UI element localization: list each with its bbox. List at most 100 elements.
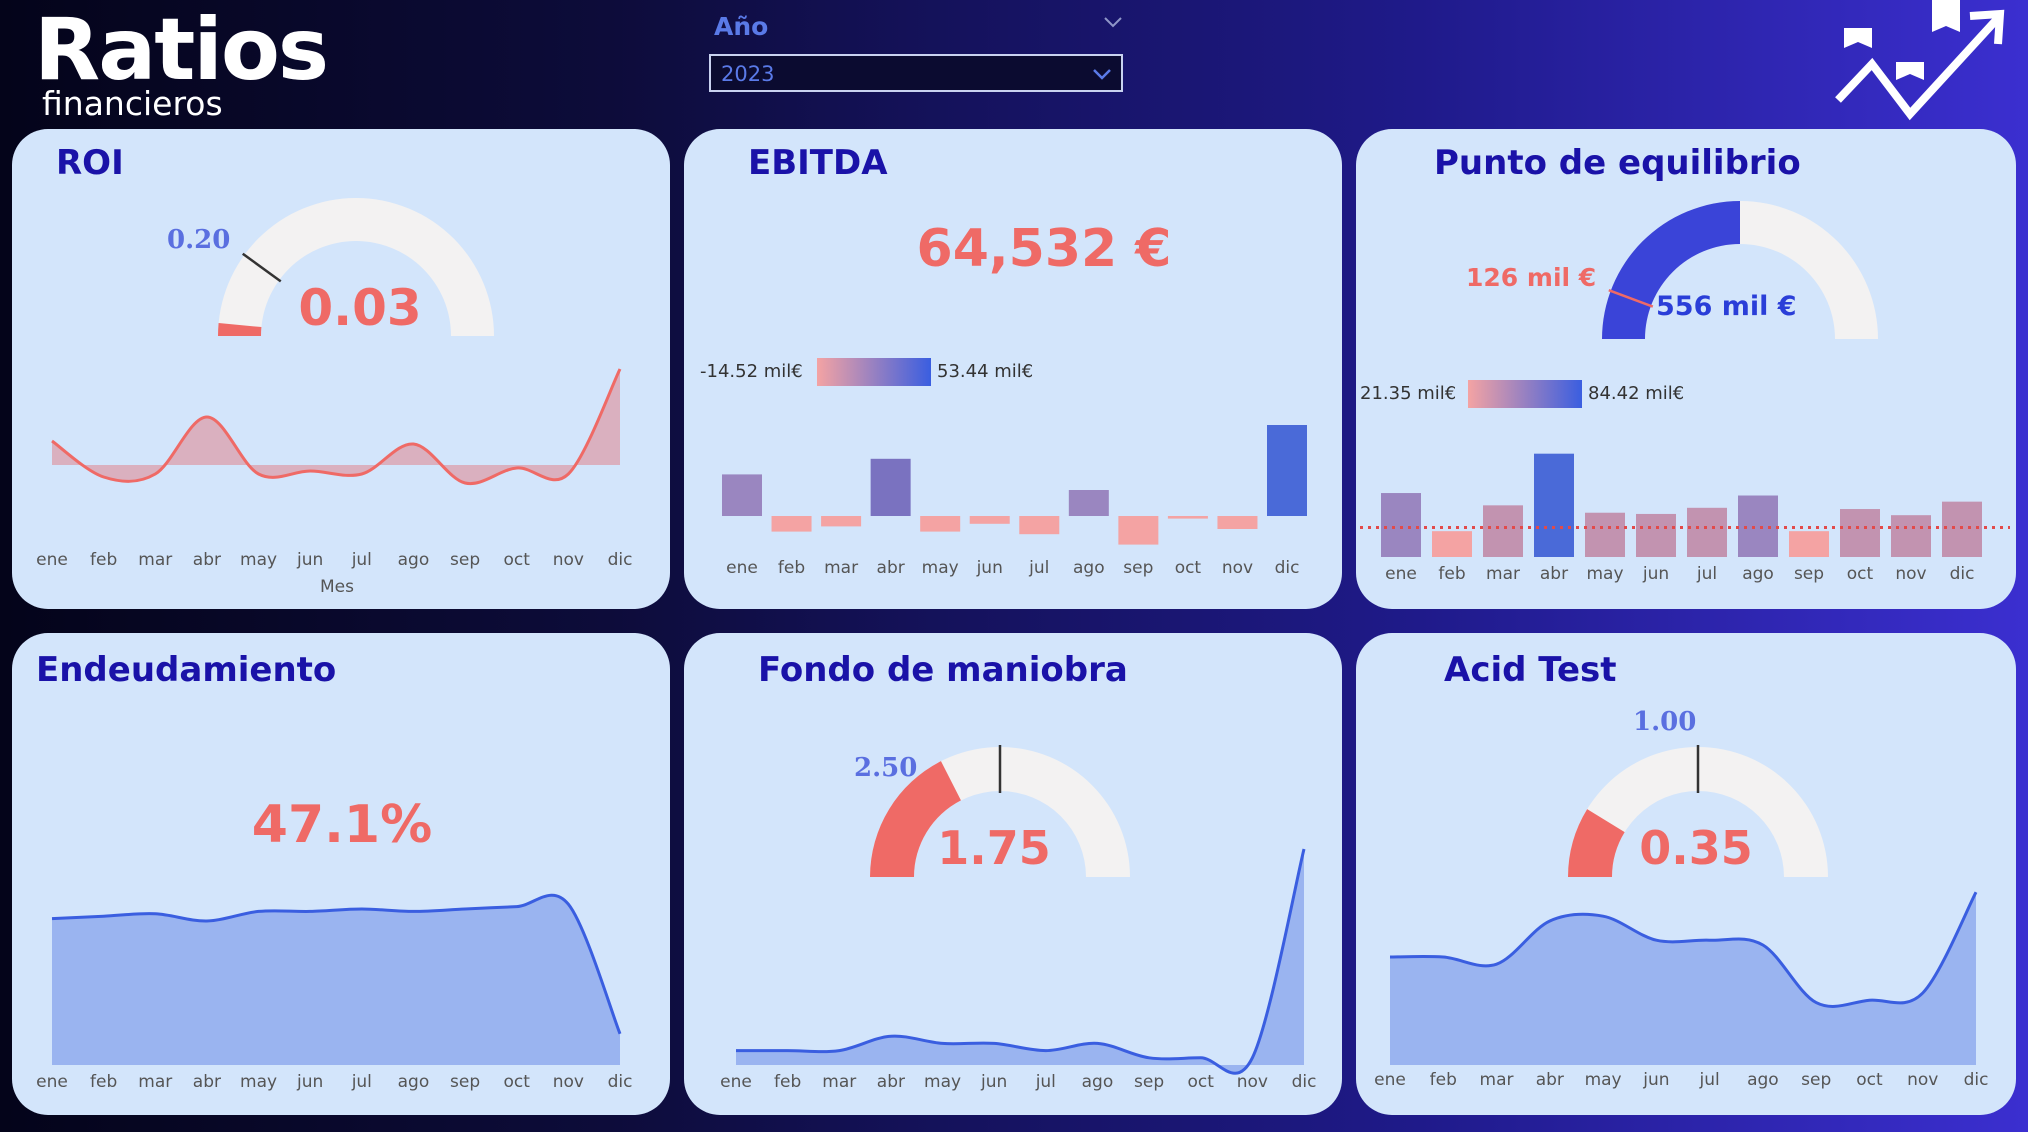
ebitda-bar-dic [1267,425,1307,516]
month-label-nov: nov [553,1072,584,1092]
punto-bar-mar [1483,505,1523,557]
month-label-dic: dic [1950,564,1975,584]
month-label-ene: ene [1374,1070,1406,1090]
ebitda-bar-oct [1167,516,1208,519]
month-label-oct: oct [1856,1070,1883,1090]
fondo-gauge-fill [870,761,961,877]
month-label-jun: jun [296,1072,323,1092]
month-label-nov: nov [1237,1072,1268,1092]
fondo-area [736,849,1304,1074]
punto-gauge-fill [1602,201,1740,339]
endeudamiento-card: Endeudamiento 47.1% ene feb mar abr may jun ju… [12,633,670,1115]
month-label-abr: abr [1536,1070,1564,1090]
month-label-jul: jul [1699,1070,1720,1090]
month-label-ago: ago [1742,564,1774,584]
month-label-sep: sep [1134,1072,1164,1092]
ebitda-bar-sep [1118,516,1159,545]
ebitda-bar-ago [1068,490,1109,516]
month-label-mar: mar [1480,1070,1514,1090]
punto-bar-dic [1942,501,1982,557]
punto-equilibrio-card: Punto de equilibrio 126 mil € 556 mil € … [1356,129,2016,609]
month-label-feb: feb [1430,1070,1457,1090]
punto-bar-abr [1534,453,1574,557]
month-label-dic: dic [1275,558,1300,578]
month-label-jun: jun [1642,564,1669,584]
acid-area [1390,892,1976,1065]
month-label-dic: dic [1292,1072,1317,1092]
month-label-feb: feb [774,1072,801,1092]
year-filter-label: Año [714,12,769,41]
acid-test-card: Acid Test 1.00 0.35 ene feb mar abr may jun ju… [1356,633,2016,1115]
month-label-may: may [922,558,959,578]
month-label-mar: mar [822,1072,856,1092]
punto-bar-nov [1891,515,1931,557]
month-label-may: may [1586,564,1623,584]
month-label-ene: ene [720,1072,752,1092]
month-label-sep: sep [1123,558,1153,578]
ebitda-bar-nov [1217,516,1258,529]
acid-test-chart: ene feb mar abr may jun jul ago sep oct nov dic [1374,745,1988,1090]
endeudamiento-area [52,895,620,1065]
month-label-may: may [1585,1070,1622,1090]
month-label-ene: ene [36,1072,68,1092]
month-label-sep: sep [450,1072,480,1092]
month-label-feb: feb [90,1072,117,1092]
year-dropdown-value: 2023 [721,62,775,86]
month-label-oct: oct [1847,564,1874,584]
month-label-abr: abr [193,1072,221,1092]
month-label-jul: jul [1696,564,1717,584]
month-label-ago: ago [1073,558,1105,578]
month-label-ago: ago [398,1072,430,1092]
ebitda-bar-ene [722,474,762,516]
fondo-maniobra-card: Fondo de maniobra 2.50 1.75 ene feb mar abr… [684,633,1342,1115]
ebitda-bar-feb [771,516,812,532]
month-label-jun: jun [1642,1070,1669,1090]
month-label-oct: oct [504,1072,531,1092]
punto-bar-jun [1636,513,1676,557]
month-label-ago: ago [1747,1070,1779,1090]
month-label-nov: nov [1222,558,1253,578]
punto-bar-feb [1432,531,1472,557]
ebitda-chart: ene feb mar abr may jun jul ago sep oct nov dic [722,425,1307,578]
roi-axis-title: Mes [320,577,354,597]
punto-bar-ene [1381,493,1421,557]
month-label-mar: mar [824,558,858,578]
month-label-oct: oct [1188,1072,1215,1092]
punto-bar-may [1585,512,1625,557]
month-label-nov: nov [1895,564,1926,584]
endeudamiento-chart: ene feb mar abr may jun jul ago sep oct nov dic [36,893,633,1092]
ebitda-bar-mar [821,516,862,527]
chevron-down-icon [1093,69,1111,80]
month-label-dic: dic [608,1072,633,1092]
month-label-sep: sep [1801,1070,1831,1090]
punto-bar-jul [1687,507,1727,557]
month-label-jun: jun [980,1072,1007,1092]
month-label-abr: abr [1540,564,1568,584]
month-label-mar: mar [138,1072,172,1092]
month-label-may: may [240,1072,277,1092]
month-label-may: may [924,1072,961,1092]
month-label-ene: ene [1385,564,1417,584]
ebitda-bar-jun [969,516,1010,524]
bar-chart-growth-arrow-icon [1835,0,2005,121]
month-label-nov: nov [1907,1070,1938,1090]
month-label-jun: jun [976,558,1003,578]
year-dropdown[interactable]: 2023 [709,54,1123,92]
month-label-ene: ene [726,558,758,578]
month-label-jul: jul [1035,1072,1056,1092]
roi-card: ROI 0.20 0.03 ene feb mar abr may jun jul ago se… [12,129,670,609]
ebitda-card: EBITDA 64,532 € -14.52 mil€ 53.44 mil€ e… [684,129,1342,609]
fondo-maniobra-chart: ene feb mar abr may jun jul ago sep oct nov dic [720,745,1317,1092]
month-label-abr: abr [877,1072,905,1092]
month-label-jul: jul [1028,558,1049,578]
month-label-abr: abr [877,558,905,578]
roi-axis-title-wrap: Mes [320,577,354,597]
month-label-sep: sep [1794,564,1824,584]
month-label-oct: oct [1175,558,1202,578]
ebitda-bar-abr [870,458,911,516]
punto-bar-oct [1840,509,1880,557]
chevron-down-icon[interactable] [1102,14,1124,30]
ebitda-bar-jul [1019,516,1060,535]
month-label-mar: mar [1486,564,1520,584]
punto-equilibrio-chart: ene feb mar abr may jun jul ago sep oct nov dic [1360,201,2010,584]
